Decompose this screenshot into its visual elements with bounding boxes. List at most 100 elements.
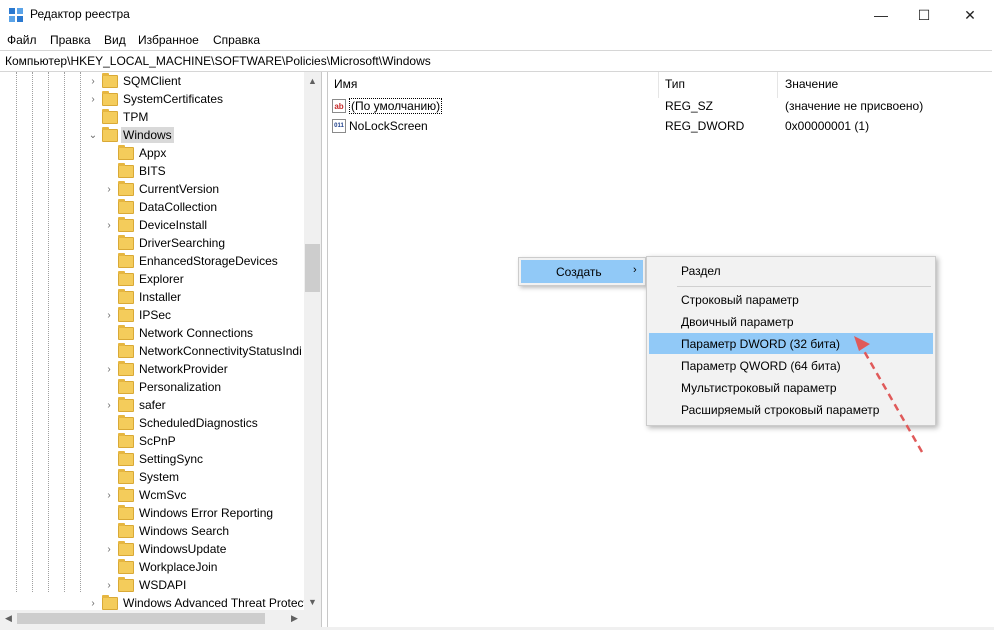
folder-icon [118, 144, 134, 160]
menu-file[interactable]: Файл [7, 33, 37, 47]
tree-item[interactable]: › CurrentVersion [104, 180, 221, 198]
key-tree-pane[interactable]: › SQMClient › SystemCertificates TPM ⌄ Windows… [0, 72, 322, 627]
tree-item[interactable]: DriverSearching [104, 234, 227, 252]
tree-item[interactable]: TPM [88, 108, 150, 126]
tree-item-label: NetworkProvider [139, 362, 228, 376]
tree-horizontal-scroll-thumb[interactable] [17, 613, 265, 624]
expander-placeholder [104, 432, 114, 450]
tree-item[interactable]: › WcmSvc [104, 486, 188, 504]
tree-item[interactable]: WorkplaceJoin [104, 558, 219, 576]
folder-icon [118, 162, 134, 178]
expander-placeholder [104, 414, 114, 432]
expand-chevron-icon[interactable]: › [104, 180, 114, 198]
column-header-name[interactable]: Имя [334, 77, 357, 91]
tree-item[interactable]: Windows Error Reporting [104, 504, 275, 522]
maximize-button[interactable]: ☐ [901, 0, 947, 30]
tree-item-label: DriverSearching [139, 236, 226, 250]
value-row[interactable]: 011 NoLockScreen [332, 117, 428, 135]
submenu-item-label: Параметр QWORD (64 бита) [681, 359, 841, 373]
tree-vertical-scroll-thumb[interactable] [305, 244, 320, 292]
expand-chevron-icon[interactable]: › [88, 72, 98, 90]
tree-item[interactable]: SettingSync [104, 450, 205, 468]
context-menu-item-create[interactable]: Создать › [521, 260, 643, 283]
window-title: Редактор реестра [30, 7, 130, 21]
submenu-item-key[interactable]: Раздел [649, 260, 933, 281]
expand-chevron-icon[interactable]: › [104, 306, 114, 324]
tree-item[interactable]: › WSDAPI [104, 576, 188, 594]
tree-item[interactable]: › safer [104, 396, 168, 414]
scroll-left-arrow-icon[interactable]: ◀ [0, 610, 17, 627]
tree-item-label: SettingSync [139, 452, 204, 466]
tree-item[interactable]: NetworkConnectivityStatusIndi [104, 342, 304, 360]
expander-placeholder [104, 198, 114, 216]
submenu-separator [677, 286, 931, 287]
value-row[interactable]: ab (По умолчанию) [332, 97, 443, 115]
tree-item[interactable]: DataCollection [104, 198, 219, 216]
folder-icon [102, 108, 118, 124]
tree-item[interactable]: Personalization [104, 378, 223, 396]
tree-item[interactable]: ScPnP [104, 432, 178, 450]
tree-item-label: TPM [123, 110, 149, 124]
tree-guide-line [80, 72, 81, 592]
scroll-right-arrow-icon[interactable]: ▶ [286, 610, 303, 627]
expand-chevron-icon[interactable]: › [104, 486, 114, 504]
tree-item-label: ScheduledDiagnostics [139, 416, 258, 430]
folder-icon [118, 288, 134, 304]
tree-item[interactable]: System [104, 468, 181, 486]
address-bar[interactable]: Компьютер\HKEY_LOCAL_MACHINE\SOFTWARE\Po… [0, 50, 992, 72]
submenu-item-binary-value[interactable]: Двоичный параметр [649, 311, 933, 332]
registry-editor-icon [9, 8, 23, 22]
scroll-down-arrow-icon[interactable]: ▼ [304, 593, 321, 610]
submenu-item-label: Раздел [681, 264, 721, 278]
tree-item[interactable]: Explorer [104, 270, 186, 288]
menu-edit[interactable]: Правка [50, 33, 91, 47]
tree-vertical-scrollbar[interactable]: ▲ ▼ [304, 72, 321, 610]
expand-chevron-icon[interactable]: › [104, 360, 114, 378]
tree-item[interactable]: › DeviceInstall [104, 216, 209, 234]
address-path[interactable]: Компьютер\HKEY_LOCAL_MACHINE\SOFTWARE\Po… [5, 54, 431, 68]
tree-item-label: WcmSvc [139, 488, 187, 502]
scroll-up-arrow-icon[interactable]: ▲ [304, 72, 321, 89]
tree-item[interactable]: ScheduledDiagnostics [104, 414, 260, 432]
tree-item[interactable]: › SQMClient [88, 72, 183, 90]
expander-placeholder [104, 270, 114, 288]
binary-value-icon: 011 [332, 119, 346, 133]
tree-item[interactable]: ⌄ Windows [88, 126, 174, 144]
title-bar: Редактор реестра — ☐ ✕ [0, 0, 994, 30]
tree-item-label: EnhancedStorageDevices [139, 254, 278, 268]
expand-chevron-icon[interactable]: › [104, 576, 114, 594]
tree-item[interactable]: › SystemCertificates [88, 90, 225, 108]
column-header-value[interactable]: Значение [785, 77, 838, 91]
column-separator[interactable] [777, 72, 778, 98]
expander-placeholder [104, 288, 114, 306]
close-button[interactable]: ✕ [947, 0, 993, 30]
expand-chevron-icon[interactable]: ⌄ [88, 126, 98, 144]
tree-item[interactable]: › IPSec [104, 306, 173, 324]
folder-icon [118, 432, 134, 448]
tree-guide-line [16, 72, 17, 592]
menu-view[interactable]: Вид [104, 33, 126, 47]
tree-item[interactable]: BITS [104, 162, 168, 180]
tree-item-label: Personalization [139, 380, 222, 394]
tree-item[interactable]: Appx [104, 144, 168, 162]
tree-item-label: Windows Search [139, 524, 230, 538]
column-separator[interactable] [658, 72, 659, 98]
column-header-type[interactable]: Тип [665, 77, 685, 91]
tree-item[interactable]: › WindowsUpdate [104, 540, 228, 558]
tree-item[interactable]: EnhancedStorageDevices [104, 252, 280, 270]
expand-chevron-icon[interactable]: › [104, 396, 114, 414]
folder-icon [118, 396, 134, 412]
menu-favorites[interactable]: Избранное [138, 33, 199, 47]
tree-item[interactable]: Windows Search [104, 522, 231, 540]
expand-chevron-icon[interactable]: › [104, 216, 114, 234]
menu-help[interactable]: Справка [213, 33, 260, 47]
tree-item-label: WorkplaceJoin [139, 560, 218, 574]
expand-chevron-icon[interactable]: › [88, 90, 98, 108]
folder-icon [118, 468, 134, 484]
tree-item[interactable]: Installer [104, 288, 183, 306]
submenu-item-string-value[interactable]: Строковый параметр [649, 289, 933, 310]
expand-chevron-icon[interactable]: › [104, 540, 114, 558]
tree-item[interactable]: › NetworkProvider [104, 360, 230, 378]
tree-item[interactable]: Network Connections [104, 324, 255, 342]
minimize-button[interactable]: — [858, 0, 904, 30]
